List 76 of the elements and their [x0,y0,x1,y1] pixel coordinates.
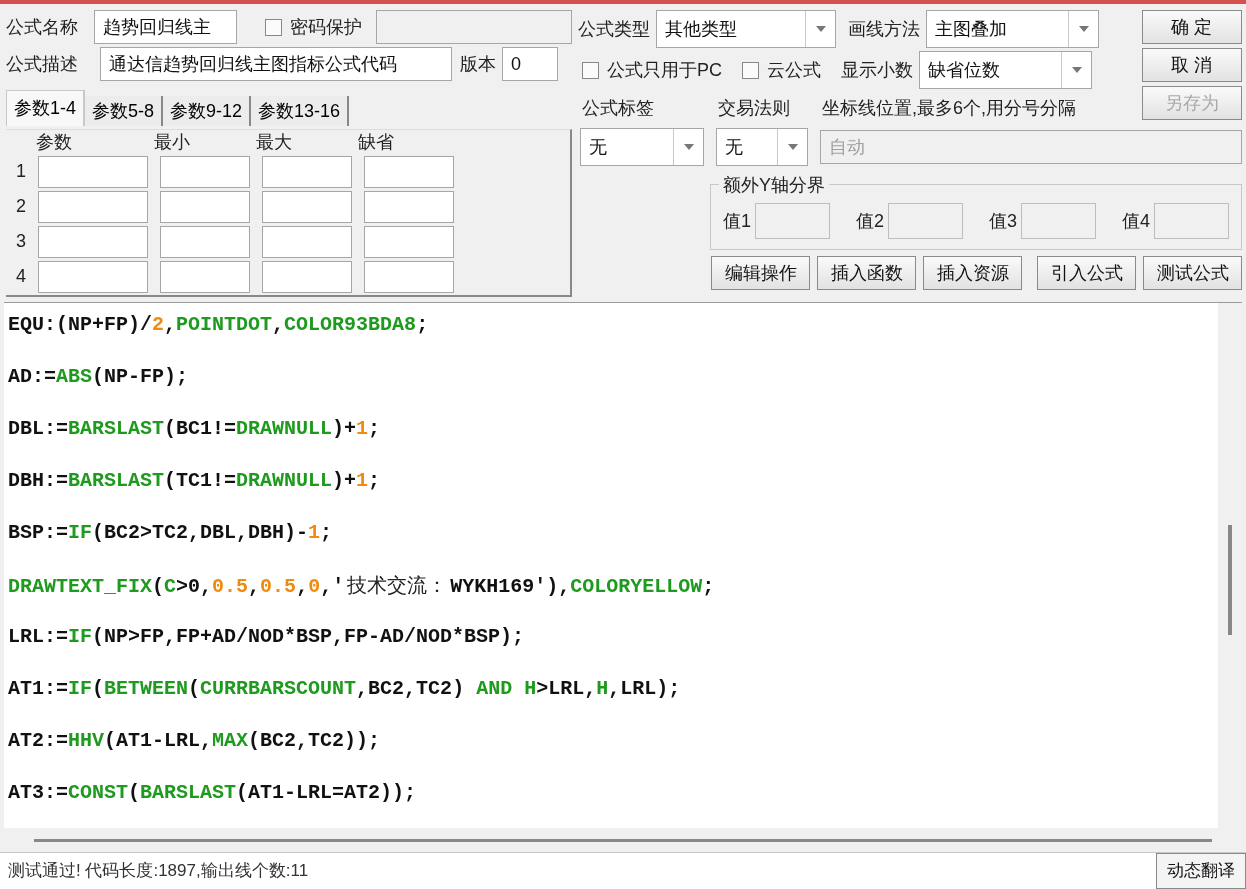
description-field[interactable]: 通达信趋势回归线主图指标公式代码 [100,47,452,81]
field-label: 值4 [1122,209,1151,233]
type-dropdown[interactable]: 其他类型 [656,10,836,48]
column-header: 缺省 [358,131,394,152]
param-tab[interactable]: 参数13-16 [251,96,350,126]
param-name-field[interactable] [38,225,148,258]
field-label: 值1 [723,209,751,233]
min-field[interactable] [160,155,250,188]
dialog-button[interactable]: 确 定 [1142,10,1242,44]
checkbox-label: 密码保护 [290,15,362,39]
field-label: 公式类型 [578,17,650,41]
param-tab[interactable]: 参数1-4 [6,90,85,126]
checkbox[interactable] [265,18,282,36]
checkbox-label: 云公式 [767,58,821,82]
column-header: 参数 [36,131,72,152]
param-name-field[interactable] [38,190,148,223]
checkbox[interactable] [742,61,759,79]
value-field[interactable] [1154,203,1230,239]
row-number: 1 [16,160,26,183]
field-label: 值3 [989,209,1018,233]
tag-dropdown[interactable]: 无 [580,128,704,166]
translate-button[interactable]: 动态翻译 [1156,853,1246,889]
rule-dropdown[interactable]: 无 [716,128,808,166]
caret-icon [815,26,826,32]
draw-method-dropdown[interactable]: 主图叠加 [926,10,1099,48]
dialog-button[interactable]: 引入公式 [1037,256,1136,290]
dialog-button[interactable]: 测试公式 [1143,256,1242,290]
default-field[interactable] [364,155,454,188]
min-field[interactable] [160,190,250,223]
caret-icon [683,144,694,150]
field-label: 公式名称 [6,15,79,39]
caret-icon [1078,26,1089,32]
dialog-button[interactable]: 插入资源 [923,256,1022,290]
dialog-button[interactable]: 编辑操作 [711,256,810,290]
caret-icon [1071,67,1082,73]
field-label: 公式标签 [582,97,655,120]
default-field[interactable] [364,225,454,258]
max-field[interactable] [262,260,352,293]
caret-icon [787,144,798,150]
field-label: 显示小数 [841,58,913,82]
password-field[interactable] [376,10,572,44]
row-number: 3 [16,230,26,253]
max-field[interactable] [262,190,352,223]
row-number: 2 [16,195,26,218]
param-name-field[interactable] [38,155,148,188]
name-field[interactable]: 趋势回归线主 [94,10,237,44]
value-field[interactable] [1021,203,1097,239]
column-header: 最大 [256,131,292,152]
value-field[interactable] [755,203,830,239]
max-field[interactable] [262,225,352,258]
status-text: 测试通过! 代码长度:1897,输出线个数:11 [8,860,309,883]
version-field[interactable]: 0 [502,47,558,81]
scroll-thumb[interactable] [34,838,1212,842]
column-header: 最小 [154,131,190,152]
scroll-thumb[interactable] [1228,525,1232,635]
checkbox-label: 公式只用于PC [607,58,722,82]
default-field[interactable] [364,190,454,223]
field-label: 公式描述 [6,52,79,76]
value-field[interactable] [888,203,964,239]
param-tab[interactable]: 参数5-8 [85,96,164,126]
dialog-button[interactable]: 插入函数 [817,256,916,290]
default-field[interactable] [364,260,454,293]
field-label: 版本 [460,52,496,76]
field-label: 交易法则 [718,97,791,120]
param-tab[interactable]: 参数9-12 [163,96,252,126]
min-field[interactable] [160,260,250,293]
field-label: 值2 [856,209,885,233]
min-field[interactable] [160,225,250,258]
dialog-button[interactable]: 取 消 [1142,48,1242,82]
max-field[interactable] [262,155,352,188]
checkbox[interactable] [582,61,599,79]
param-name-field[interactable] [38,260,148,293]
field-label: 坐标线位置,最多6个,用分号分隔 [822,97,1076,120]
field-label: 画线方法 [848,17,920,41]
decimals-dropdown[interactable]: 缺省位数 [919,51,1092,89]
row-number: 4 [16,265,26,288]
